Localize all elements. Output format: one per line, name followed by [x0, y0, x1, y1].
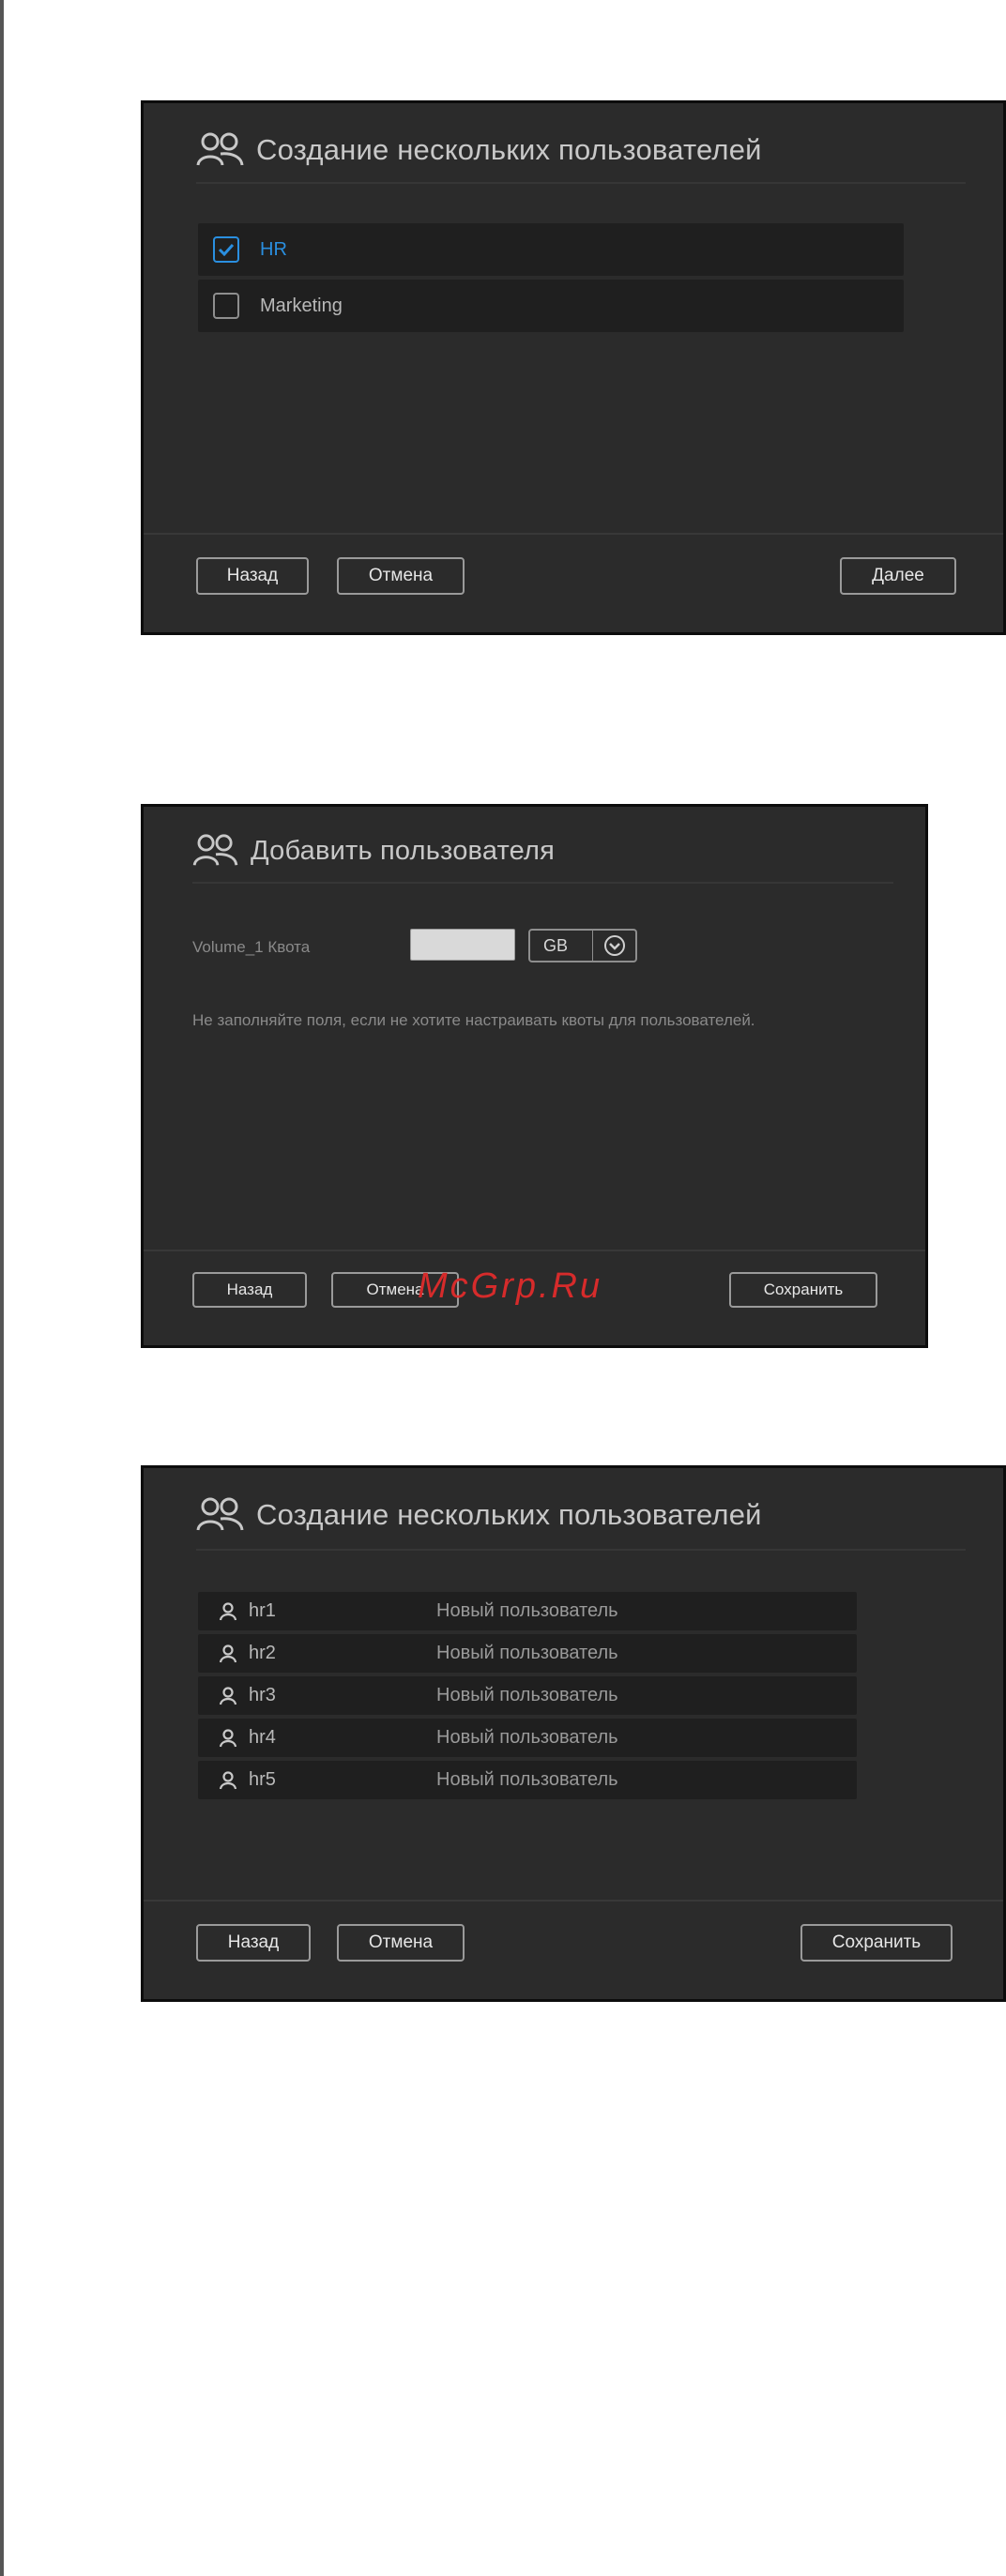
- user-list: hr1 Новый пользователь hr2 Новый пользов…: [198, 1592, 857, 1803]
- dialog-title: Добавить пользователя: [251, 835, 556, 866]
- user-description: Новый пользователь: [436, 1769, 618, 1790]
- footer-divider: [144, 1900, 1003, 1902]
- user-icon: [219, 1770, 237, 1790]
- dialog-title: Создание нескольких пользователей: [256, 133, 762, 166]
- list-item-user[interactable]: hr3 Новый пользователь: [198, 1676, 857, 1715]
- list-item-label: Marketing: [260, 295, 343, 316]
- list-item-user[interactable]: hr4 Новый пользователь: [198, 1719, 857, 1757]
- cancel-button[interactable]: Отмена: [337, 557, 465, 595]
- checkmark-icon: [218, 243, 235, 256]
- user-description: Новый пользователь: [436, 1727, 618, 1748]
- users-icon: [192, 834, 238, 866]
- user-description: Новый пользователь: [436, 1685, 618, 1705]
- checkbox-marketing[interactable]: [213, 293, 239, 319]
- checkbox-hr[interactable]: [213, 236, 239, 263]
- save-button[interactable]: Сохранить: [729, 1272, 877, 1308]
- add-user-dialog: Добавить пользователя Volume_1 Квота GB …: [141, 804, 928, 1348]
- unit-value: GB: [543, 935, 569, 955]
- next-button[interactable]: Далее: [840, 557, 956, 595]
- create-multiple-users-dialog-select-groups: Создание нескольких пользователей HR Mar…: [141, 100, 1006, 635]
- save-button[interactable]: Сохранить: [800, 1924, 953, 1962]
- title-divider: [196, 1549, 966, 1551]
- quota-input[interactable]: [410, 929, 515, 961]
- back-button[interactable]: Назад: [196, 1924, 311, 1962]
- user-icon: [219, 1728, 237, 1748]
- users-icon: [196, 1497, 244, 1531]
- list-item-marketing[interactable]: Marketing: [198, 280, 904, 332]
- quota-hint: Не заполняйте поля, если не хотите настр…: [192, 1011, 755, 1029]
- user-name: hr1: [249, 1600, 276, 1621]
- footer-divider: [144, 1250, 925, 1251]
- user-icon: [219, 1686, 237, 1705]
- unit-select[interactable]: GB: [528, 929, 637, 962]
- user-description: Новый пользователь: [436, 1643, 618, 1663]
- list-item-user[interactable]: hr5 Новый пользователь: [198, 1761, 857, 1799]
- dialog-title: Создание нескольких пользователей: [256, 1498, 762, 1531]
- create-multiple-users-dialog-review: Создание нескольких пользователей hr1 Но…: [141, 1465, 1006, 2002]
- back-button[interactable]: Назад: [196, 557, 309, 595]
- quota-label: Volume_1 Квота: [192, 938, 311, 956]
- user-name: hr3: [249, 1685, 276, 1705]
- list-item-user[interactable]: hr1 Новый пользователь: [198, 1592, 857, 1630]
- group-list: HR Marketing: [198, 223, 904, 336]
- dialog-header: Создание нескольких пользователей: [196, 1496, 762, 1534]
- users-icon: [196, 132, 244, 166]
- dialog-header: Добавить пользователя: [192, 833, 555, 869]
- user-name: hr5: [249, 1769, 276, 1790]
- title-divider: [196, 182, 966, 184]
- footer-divider: [144, 533, 1003, 535]
- cancel-button[interactable]: Отмена: [337, 1924, 465, 1962]
- user-name: hr2: [249, 1643, 276, 1663]
- page-left-border: [0, 0, 4, 2576]
- dialog-header: Создание нескольких пользователей: [196, 131, 762, 169]
- back-button[interactable]: Назад: [192, 1272, 307, 1308]
- list-item-hr[interactable]: HR: [198, 223, 904, 276]
- user-name: hr4: [249, 1727, 276, 1748]
- user-icon: [219, 1644, 237, 1663]
- user-description: Новый пользователь: [436, 1600, 618, 1621]
- user-icon: [219, 1601, 237, 1621]
- chevron-down-icon[interactable]: [593, 934, 635, 957]
- list-item-label: HR: [260, 238, 287, 260]
- list-item-user[interactable]: hr2 Новый пользователь: [198, 1634, 857, 1673]
- watermark: McGrp.Ru: [418, 1266, 603, 1306]
- title-divider: [192, 882, 893, 884]
